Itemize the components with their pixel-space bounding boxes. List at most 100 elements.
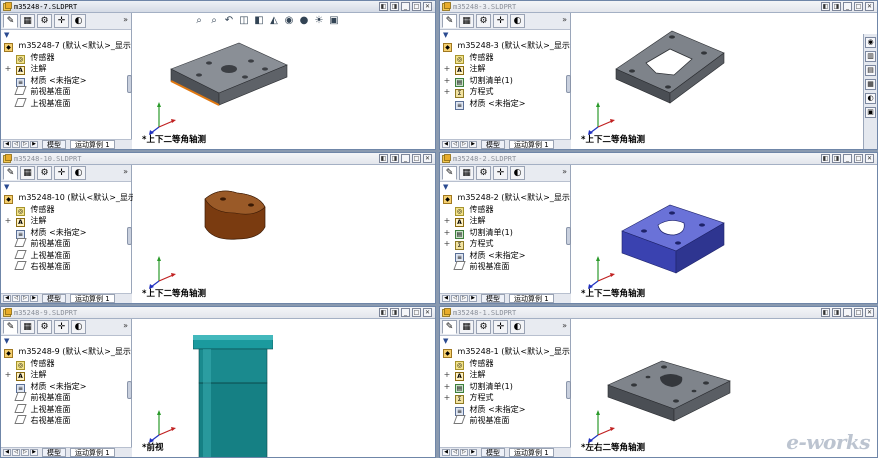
document-window-5[interactable]: m35248-9.SLDPRT ◧ ◨ _ □ ✕ ✎ ▦ ⚙ ✛ ◐ » ▼ ◆ m3… [0, 306, 436, 458]
minimize-button[interactable]: _ [843, 2, 852, 11]
dimxpert-manager-tab[interactable]: ✛ [54, 14, 69, 28]
prev-tab-icon[interactable]: ◁ [451, 141, 459, 148]
model-tab[interactable]: 模型 [481, 448, 505, 457]
appearances-icon[interactable]: ◐ [865, 93, 876, 104]
feature-manager-tab[interactable]: ✎ [442, 166, 457, 180]
maximize-button[interactable]: □ [854, 154, 863, 163]
last-tab-icon[interactable]: ▶ [30, 449, 38, 456]
property-manager-tab[interactable]: ▦ [20, 14, 35, 28]
tile-left-button[interactable]: ◧ [821, 308, 830, 317]
hide-show-icon[interactable]: ◉ [283, 15, 295, 27]
expand-toggle[interactable]: + [443, 369, 451, 381]
minimize-button[interactable]: _ [401, 2, 410, 11]
document-window-4[interactable]: m35248-2.SLDPRT ◧ ◨ _ □ ✕ ✎ ▦ ⚙ ✛ ◐ » ▼ ◆ m3… [439, 152, 878, 304]
document-window-3[interactable]: m35248-10.SLDPRT ◧ ◨ _ □ ✕ ✎ ▦ ⚙ ✛ ◐ » ▼ ◆ m… [0, 152, 436, 304]
close-button[interactable]: ✕ [423, 154, 432, 163]
zoom-area-icon[interactable]: ⌕ [208, 15, 220, 27]
tree-node-plane[interactable]: 前视基准面 [4, 392, 131, 404]
dimxpert-manager-tab[interactable]: ✛ [54, 166, 69, 180]
last-tab-icon[interactable]: ▶ [30, 141, 38, 148]
tile-left-button[interactable]: ◧ [379, 308, 388, 317]
tree-node-plane[interactable]: 上视基准面 [4, 403, 131, 416]
first-tab-icon[interactable]: ◀ [442, 295, 450, 302]
tree-node-material[interactable]: ≡ 材质 <未指定> [443, 404, 570, 416]
tree-filter[interactable]: ▼ [1, 336, 131, 346]
first-tab-icon[interactable]: ◀ [3, 141, 11, 148]
expand-toggle[interactable]: + [443, 238, 451, 250]
last-tab-icon[interactable]: ▶ [469, 295, 477, 302]
display-manager-tab[interactable]: ◐ [71, 166, 86, 180]
tree-node-plane[interactable]: 上视基准面 [4, 97, 131, 110]
file-explorer-icon[interactable]: ▤ [865, 65, 876, 76]
feature-manager-tab[interactable]: ✎ [442, 320, 457, 334]
motion-study-tab[interactable]: 运动算例 1 [70, 294, 115, 303]
tree-node-annotations[interactable]: + A 注解 [443, 215, 570, 227]
feature-manager-tab[interactable]: ✎ [3, 166, 18, 180]
zoom-to-fit-icon[interactable]: ⌕ [193, 15, 205, 27]
more-tabs-chevron-icon[interactable]: » [123, 167, 128, 176]
tile-left-button[interactable]: ◧ [379, 2, 388, 11]
expand-toggle[interactable]: + [443, 86, 451, 98]
dimxpert-manager-tab[interactable]: ✛ [493, 320, 508, 334]
prev-tab-icon[interactable]: ◁ [451, 295, 459, 302]
tree-node-annotations[interactable]: + A 注解 [4, 369, 131, 381]
window-title-bar[interactable]: m35248-10.SLDPRT ◧ ◨ _ □ ✕ [1, 153, 435, 165]
feature-manager-tab[interactable]: ✎ [442, 14, 457, 28]
panel-splitter-handle[interactable] [127, 75, 132, 93]
expand-toggle[interactable]: + [4, 63, 12, 75]
tree-node-plane[interactable]: 右视基准面 [4, 415, 131, 427]
display-manager-tab[interactable]: ◐ [510, 166, 525, 180]
configuration-manager-tab[interactable]: ⚙ [37, 14, 52, 28]
tree-node-cut-list[interactable]: + ▤ 切割清单(1) [443, 227, 570, 239]
tree-filter[interactable]: ▼ [1, 30, 131, 40]
tree-node-annotations[interactable]: + A 注解 [443, 369, 570, 381]
panel-splitter-handle[interactable] [566, 381, 571, 399]
tree-node-plane[interactable]: 前视基准面 [443, 415, 570, 427]
last-tab-icon[interactable]: ▶ [30, 295, 38, 302]
dimxpert-manager-tab[interactable]: ✛ [493, 166, 508, 180]
feature-manager-tab[interactable]: ✎ [3, 14, 18, 28]
configuration-manager-tab[interactable]: ⚙ [37, 166, 52, 180]
next-tab-icon[interactable]: ▷ [460, 295, 468, 302]
tree-filter[interactable]: ▼ [440, 336, 570, 346]
window-title-bar[interactable]: m35248-9.SLDPRT ◧ ◨ _ □ ✕ [1, 307, 435, 319]
tree-node-cut-list[interactable]: + ▤ 切割清单(1) [443, 75, 570, 87]
model-tab[interactable]: 模型 [42, 294, 66, 303]
tree-node-plane[interactable]: 前视基准面 [443, 261, 570, 273]
filter-icon[interactable]: ▼ [4, 183, 12, 191]
window-title-bar[interactable]: m35248-7.SLDPRT ◧ ◨ _ □ ✕ [1, 1, 435, 13]
maximize-button[interactable]: □ [412, 154, 421, 163]
tree-node-annotations[interactable]: + A 注解 [4, 63, 131, 75]
maximize-button[interactable]: □ [854, 2, 863, 11]
filter-icon[interactable]: ▼ [443, 31, 451, 39]
prev-tab-icon[interactable]: ◁ [451, 449, 459, 456]
maximize-button[interactable]: □ [854, 308, 863, 317]
motion-study-tab[interactable]: 运动算例 1 [509, 140, 554, 149]
property-manager-tab[interactable]: ▦ [20, 166, 35, 180]
window-title-bar[interactable]: m35248-2.SLDPRT ◧ ◨ _ □ ✕ [440, 153, 877, 165]
close-button[interactable]: ✕ [865, 154, 874, 163]
design-library-icon[interactable]: ▥ [865, 51, 876, 62]
tree-filter[interactable]: ▼ [1, 182, 131, 192]
tree-node-plane[interactable]: 上视基准面 [4, 249, 131, 262]
tile-right-button[interactable]: ◨ [390, 154, 399, 163]
motion-study-tab[interactable]: 运动算例 1 [70, 448, 115, 457]
tile-right-button[interactable]: ◨ [832, 2, 841, 11]
tree-root-part[interactable]: ◆ m35248-1 (默认<默认>_显示 [443, 346, 570, 358]
graphics-area[interactable]: *前视 [133, 319, 435, 457]
tree-node-material[interactable]: ≡ 材质 <未指定> [4, 75, 131, 87]
tree-node-sensor[interactable]: ◎ 传感器 [4, 204, 131, 216]
panel-splitter-handle[interactable] [127, 227, 132, 245]
tree-root-part[interactable]: ◆ m35248-3 (默认<默认>_显示 [443, 40, 570, 52]
more-tabs-chevron-icon[interactable]: » [123, 321, 128, 330]
motion-study-tab[interactable]: 运动算例 1 [70, 140, 115, 149]
tile-right-button[interactable]: ◨ [832, 308, 841, 317]
tree-node-plane[interactable]: 前视基准面 [4, 238, 131, 250]
tile-left-button[interactable]: ◧ [379, 154, 388, 163]
tree-node-equations[interactable]: + Σ 方程式 [443, 238, 570, 250]
maximize-button[interactable]: □ [412, 2, 421, 11]
tile-right-button[interactable]: ◨ [390, 308, 399, 317]
more-tabs-chevron-icon[interactable]: » [123, 15, 128, 24]
tree-root-part[interactable]: ◆ m35248-2 (默认<默认>_显示 [443, 192, 570, 204]
document-window-1[interactable]: m35248-7.SLDPRT ◧ ◨ _ □ ✕ ✎ ▦ ⚙ ✛ ◐ » ▼ ◆ m3… [0, 0, 436, 150]
